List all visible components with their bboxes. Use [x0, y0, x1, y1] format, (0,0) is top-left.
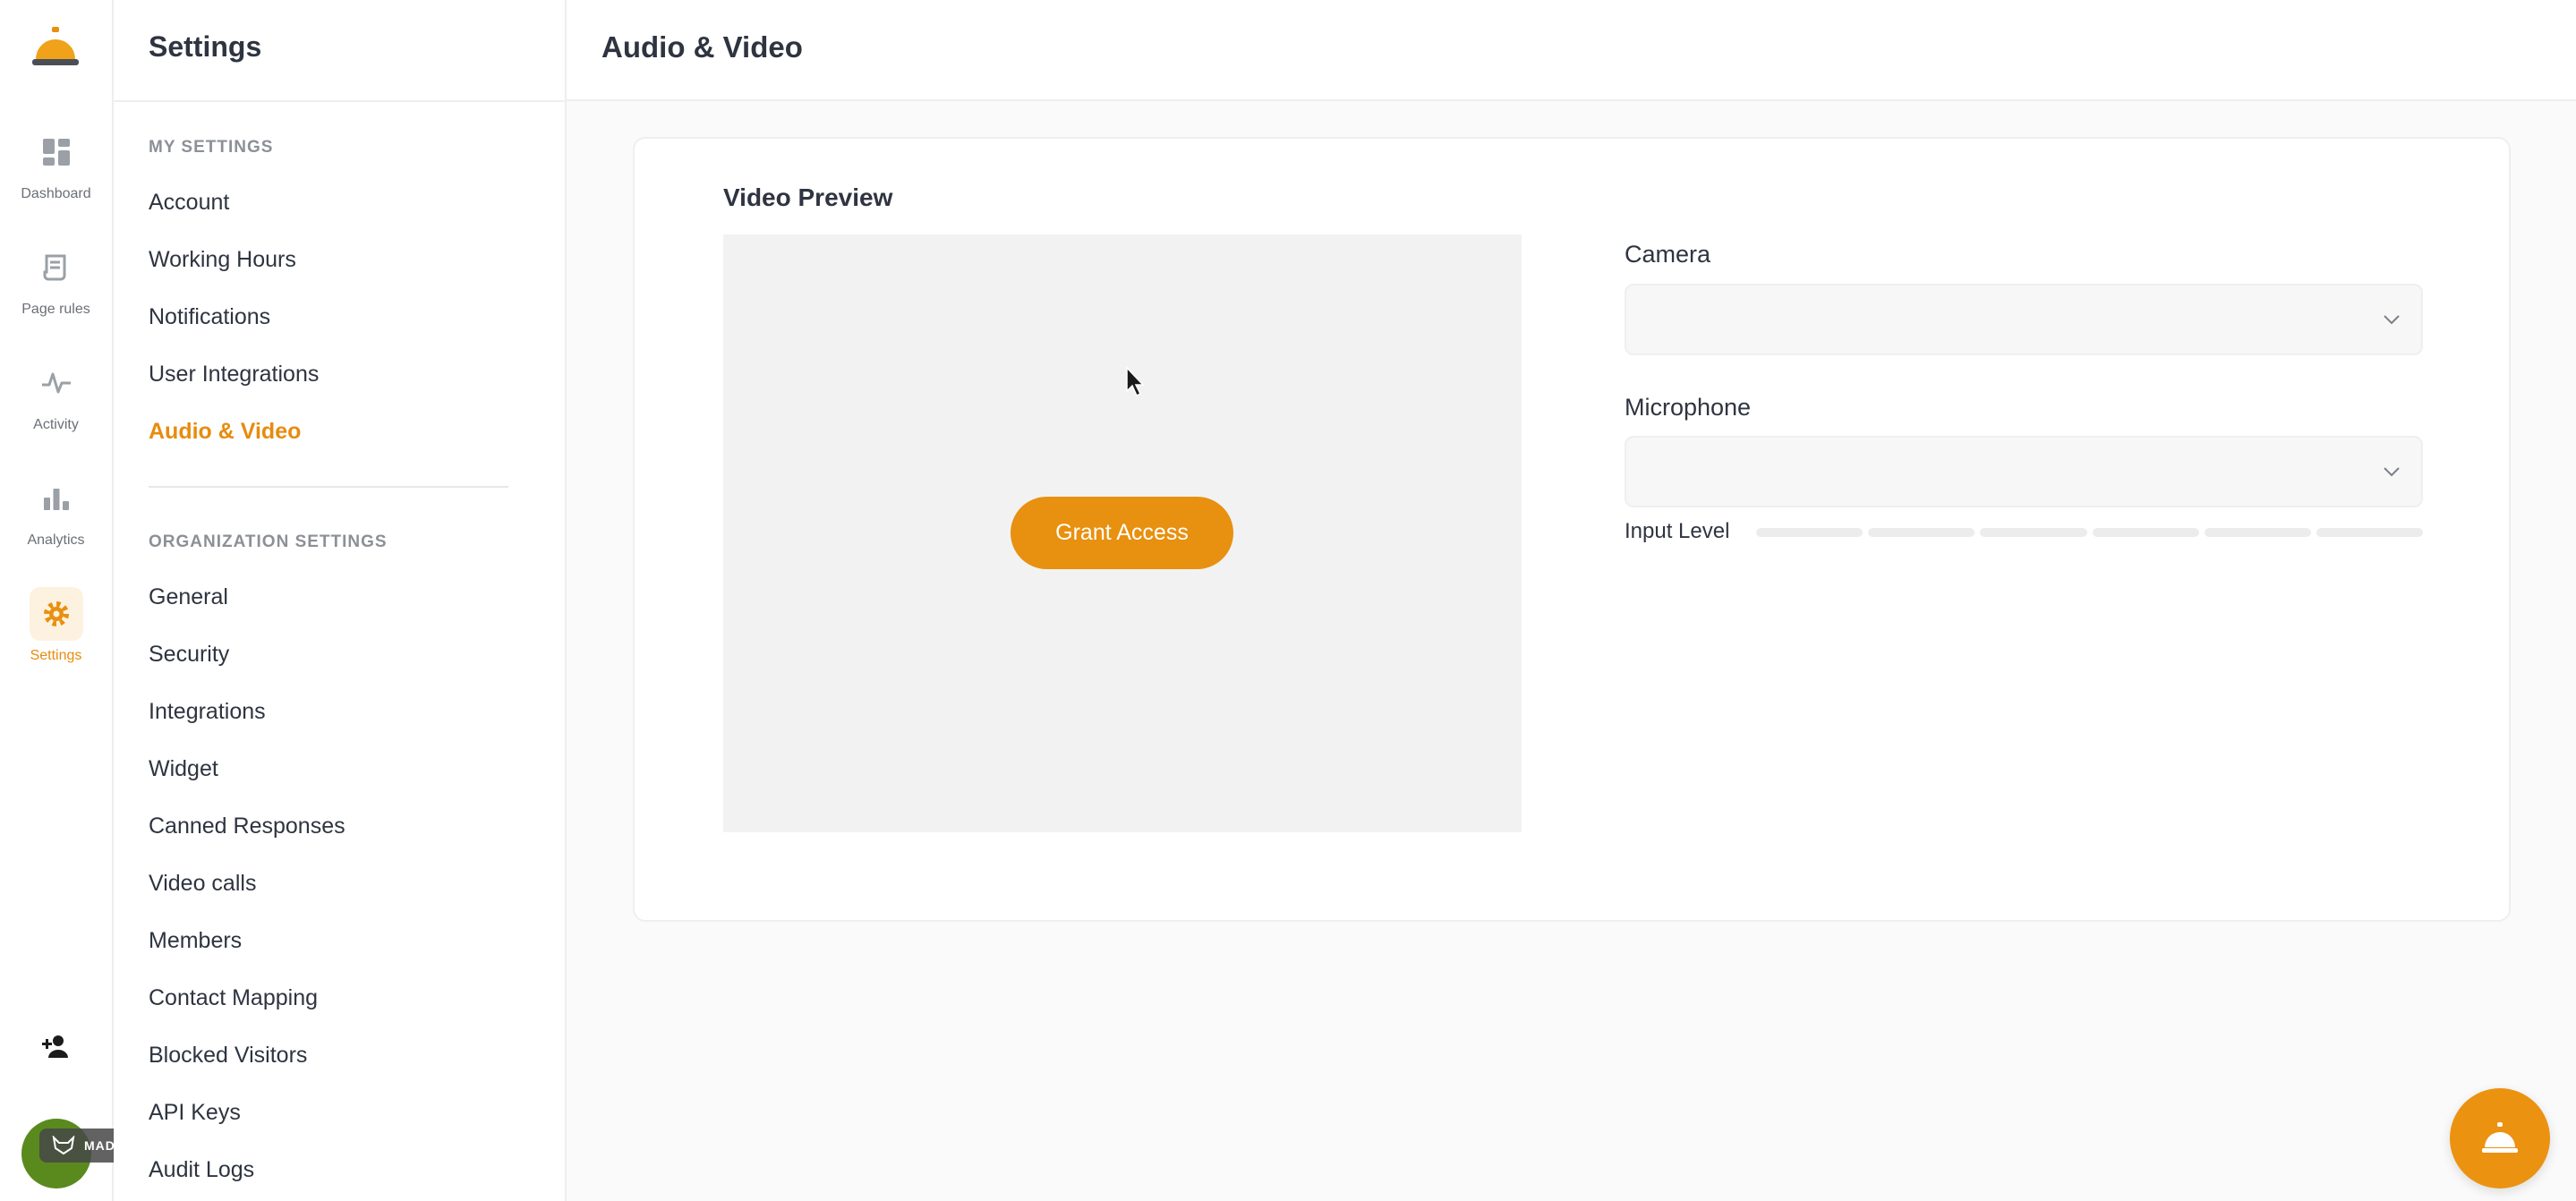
header-divider	[114, 100, 565, 102]
input-level-segment	[1868, 528, 1975, 537]
sidebar-item-blocked-visitors[interactable]: Blocked Visitors	[149, 1043, 307, 1069]
sidebar-item-canned-responses[interactable]: Canned Responses	[149, 813, 345, 839]
sidebar-item-contact-mapping[interactable]: Contact Mapping	[149, 985, 318, 1011]
sidebar-item-widget[interactable]: Widget	[149, 756, 218, 782]
org-settings-label: ORGANIZATION SETTINGS	[149, 532, 388, 551]
dashboard-icon	[30, 125, 83, 179]
chevron-down-icon	[2384, 467, 2400, 477]
chat-launcher-button[interactable]	[2450, 1088, 2550, 1188]
sidebar-item-notifications[interactable]: Notifications	[149, 304, 270, 330]
sidebar-item-working-hours[interactable]: Working Hours	[149, 247, 296, 273]
sidebar-item-api-keys[interactable]: API Keys	[149, 1100, 241, 1126]
page-header: Audio & Video	[567, 0, 2576, 101]
sidebar-item-security[interactable]: Security	[149, 642, 229, 668]
input-level-segment	[1980, 528, 2087, 537]
gear-icon	[29, 587, 83, 641]
input-level-segment	[2092, 528, 2199, 537]
audio-video-card: Video Preview Grant Access Camera Microp…	[633, 137, 2511, 922]
rail-item-dashboard[interactable]: Dashboard	[0, 125, 112, 233]
icon-rail: Dashboard Page rules Activity Analytics …	[0, 0, 114, 1201]
sidebar-item-user-integrations[interactable]: User Integrations	[149, 362, 319, 388]
camera-label: Camera	[1625, 241, 1711, 268]
microphone-label: Microphone	[1625, 394, 1752, 421]
my-settings-label: MY SETTINGS	[149, 138, 274, 157]
gifox-logo-icon	[52, 1136, 75, 1155]
bar-chart-icon	[30, 472, 83, 525]
sidebar-item-account[interactable]: Account	[149, 190, 229, 216]
camera-select[interactable]	[1625, 284, 2423, 355]
sidebar-title: Settings	[149, 30, 262, 63]
grant-access-button[interactable]: Grant Access	[1011, 497, 1233, 569]
chevron-down-icon	[2384, 315, 2400, 325]
sidebar-item-video-calls[interactable]: Video calls	[149, 871, 256, 897]
rail-item-activity[interactable]: Activity	[0, 356, 112, 464]
sidebar-item-general[interactable]: General	[149, 584, 228, 610]
app-logo-icon[interactable]	[30, 25, 81, 72]
input-level-segment	[1756, 528, 1864, 537]
rail-label: Page rules	[21, 302, 90, 317]
input-level-meter	[1756, 528, 2424, 537]
sidebar-item-audio-video[interactable]: Audio & Video	[149, 419, 301, 445]
rail-label: Settings	[30, 648, 82, 663]
settings-sidebar: Settings MY SETTINGS Account Working Hou…	[114, 0, 567, 1201]
input-level-segment	[2316, 528, 2424, 537]
page-title: Audio & Video	[601, 30, 803, 64]
service-bell-icon	[2482, 1122, 2518, 1153]
rail-label: Dashboard	[21, 186, 91, 201]
main-content: Audio & Video Video Preview Grant Access…	[567, 0, 2576, 1201]
sidebar-item-integrations[interactable]: Integrations	[149, 699, 266, 725]
input-level-label: Input Level	[1625, 519, 1730, 543]
microphone-select[interactable]	[1625, 436, 2423, 507]
pulse-icon	[30, 356, 83, 410]
video-preview: Grant Access	[723, 234, 1522, 832]
rail-item-analytics[interactable]: Analytics	[0, 472, 112, 579]
sidebar-item-audit-logs[interactable]: Audit Logs	[149, 1157, 254, 1183]
section-divider	[149, 486, 508, 488]
rail-item-settings[interactable]: Settings	[0, 587, 112, 694]
rail-item-page-rules[interactable]: Page rules	[0, 241, 112, 348]
rail-label: Analytics	[27, 532, 85, 548]
video-preview-title: Video Preview	[723, 183, 893, 211]
input-level-segment	[2204, 528, 2311, 537]
mouse-cursor-icon	[1126, 366, 1145, 397]
rail-label: Activity	[33, 417, 79, 432]
scroll-icon	[30, 241, 83, 294]
sidebar-item-members[interactable]: Members	[149, 928, 242, 954]
add-user-icon[interactable]	[24, 1021, 87, 1071]
